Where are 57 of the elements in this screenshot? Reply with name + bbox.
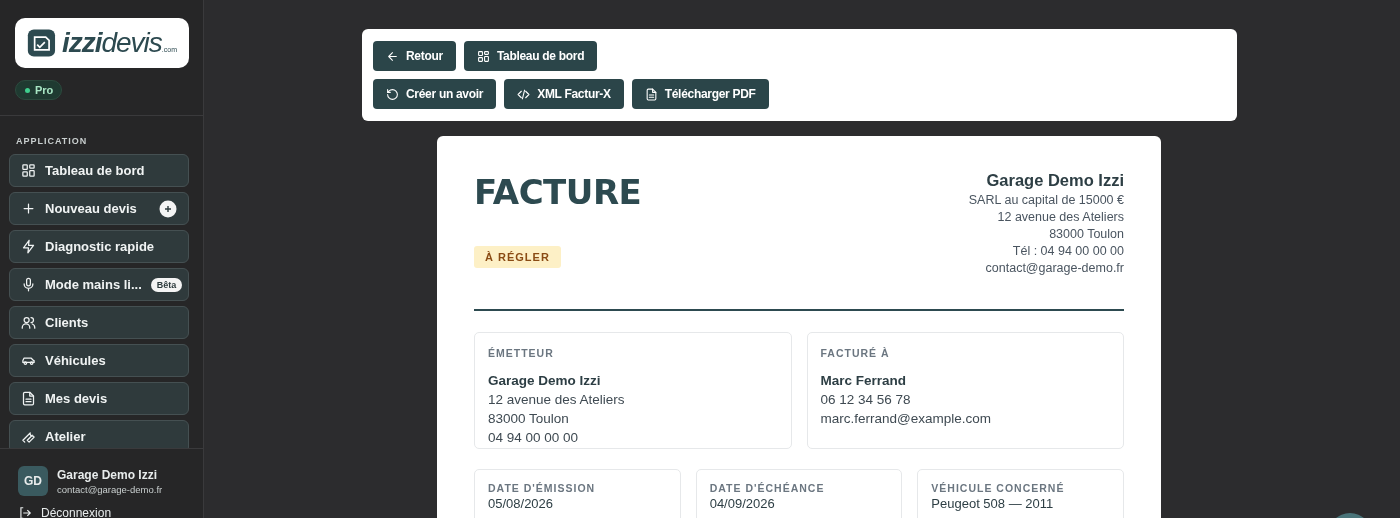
user-name: Garage Demo Izzi [57,467,159,482]
grid-icon [476,49,490,63]
card-value: 04/09/2026 [709,497,776,511]
card-label: DATE D'ÉCHÉANCE [709,481,826,496]
sidebar-item[interactable]: Diagnostic rapide [9,230,189,263]
undo-icon [386,87,399,101]
status-badge: À RÉGLER [474,246,561,268]
card-value: Peugeot 508 — 2011 [931,497,1055,511]
toolbar-button[interactable]: Télécharger PDF [631,79,769,109]
toolbar-button[interactable]: Tableau de bord [463,41,598,71]
section-label: APPLICATION [15,135,89,148]
beta-badge: Bêta [150,277,183,292]
company-detail: SARL au capital de 15000 € [968,192,1124,209]
card-label: FACTURÉ À [820,346,891,361]
card-label: ÉMETTEUR [488,346,555,361]
party-detail: marc.ferrand@example.com [820,410,992,428]
company-detail: contact@garage-demo.fr [984,260,1124,277]
toolbar-button[interactable]: XML Factur-X [504,79,624,109]
plus-icon [21,201,36,216]
logout-icon [18,506,32,518]
plan-badge: Pro [15,80,63,100]
party-detail: 04 94 00 00 00 [488,429,580,447]
party-name: Garage Demo Izzi [488,372,602,390]
code-icon [517,87,531,101]
party-name: Marc Ferrand [820,372,908,390]
company-detail: 83000 Toulon [1048,226,1124,243]
toolbar-button[interactable]: Retour [373,41,456,71]
document-icon [644,87,658,101]
lightning-icon [21,239,36,254]
party-detail: 06 12 34 56 78 [820,391,912,409]
plus-circle-icon [159,199,177,218]
logo-icon [27,26,56,60]
sidebar-item[interactable]: Tableau de bord [9,154,189,187]
party-detail: 12 avenue des Ateliers [488,391,626,409]
toolbar-button[interactable]: Créer un avoir [373,79,497,109]
sidebar-item[interactable]: Atelier [9,420,189,448]
sidebar-item[interactable]: Véhicules [9,344,189,377]
company-detail: Tél : 04 94 00 00 00 [1011,243,1124,260]
microphone-icon [21,277,36,292]
card-label: VÉHICULE CONCERNÉ [931,481,1066,496]
user-avatar: GD [18,466,48,496]
arrow-left-icon [386,49,399,63]
card-value: 05/08/2026 [488,497,555,511]
sidebar-item[interactable]: Mes devis [9,382,189,415]
invoice-title: FACTURE [474,172,642,212]
company-detail: 12 avenue des Ateliers [996,209,1124,226]
card-label: DATE D'ÉMISSION [488,481,597,496]
document-icon [21,391,36,406]
company-name: Garage Demo Izzi [985,172,1124,189]
sidebar-item[interactable]: Clients [9,306,189,339]
sidebar-item[interactable]: Mode mains li... Bêta [9,268,189,301]
sidebar-item[interactable]: Nouveau devis [9,192,189,225]
user-email: contact@garage-demo.fr [57,483,163,495]
logout-link[interactable]: Déconnexion [18,506,185,518]
party-detail: 83000 Toulon [488,410,570,428]
grid-icon [21,163,36,178]
users-icon [21,315,36,330]
